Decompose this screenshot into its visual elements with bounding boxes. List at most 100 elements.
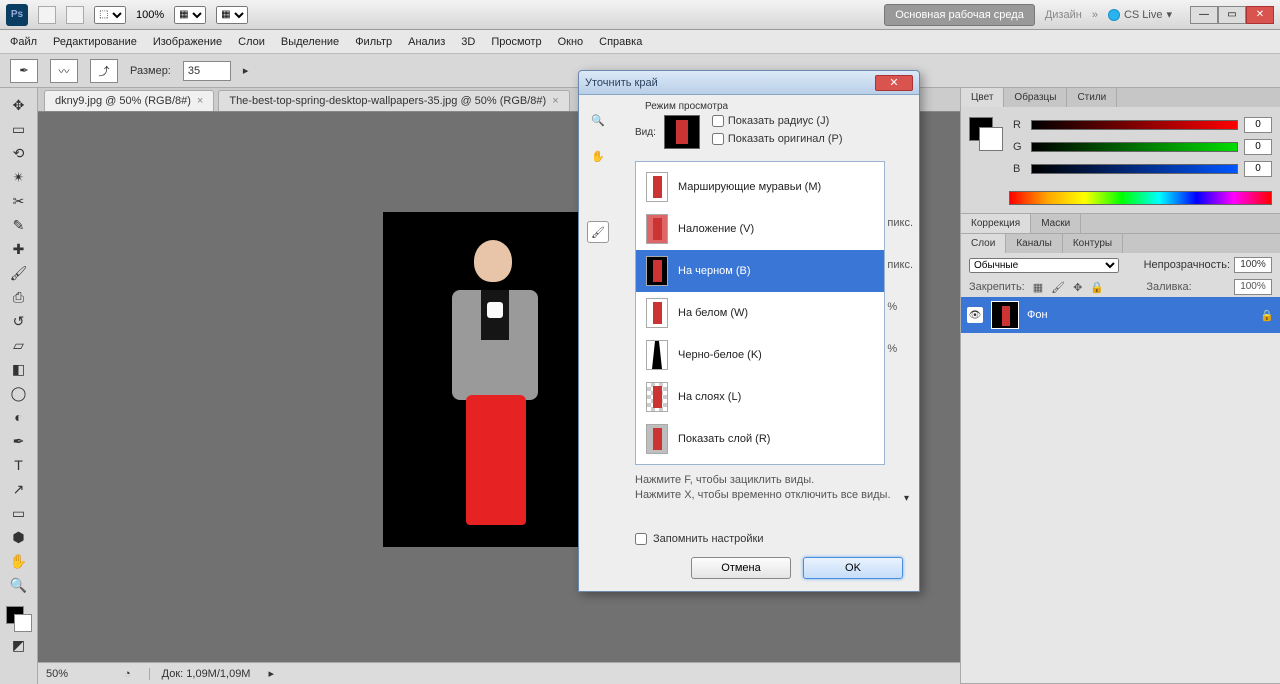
gradient-tool-icon[interactable]: ◧	[6, 358, 32, 380]
dialog-titlebar[interactable]: Уточнить край ✕	[579, 71, 919, 95]
zoom-tool-icon[interactable]: 🔍	[587, 109, 609, 131]
spectrum-bar[interactable]	[1009, 191, 1272, 205]
tab-paths[interactable]: Контуры	[1063, 234, 1123, 253]
tab-close-icon[interactable]: ×	[197, 95, 203, 107]
workspace-button[interactable]: Основная рабочая среда	[884, 4, 1035, 26]
lock-all-icon[interactable]: 🔒	[1090, 281, 1104, 294]
remember-checkbox[interactable]	[635, 533, 647, 545]
zoom-value[interactable]: 50%	[46, 668, 106, 680]
path-tool-icon[interactable]: ↗	[6, 478, 32, 500]
size-input[interactable]: 35	[183, 61, 231, 81]
close-button[interactable]: ✕	[1246, 6, 1274, 24]
shape-tool-icon[interactable]: ▭	[6, 502, 32, 524]
minimize-button[interactable]: —	[1190, 6, 1218, 24]
lock-transparent-icon[interactable]: ▦	[1033, 281, 1043, 294]
menu-filter[interactable]: Фильтр	[355, 36, 392, 48]
pen-tool-icon[interactable]: ✒	[6, 430, 32, 452]
move-tool-icon[interactable]: ✥	[6, 94, 32, 116]
refine-brush-icon[interactable]: 🖌	[587, 221, 609, 243]
g-slider[interactable]	[1031, 142, 1238, 152]
view-black-white[interactable]: Черно-белое (K)	[636, 334, 884, 376]
type-tool-icon[interactable]: T	[6, 454, 32, 476]
extras-select[interactable]: ▦	[216, 6, 248, 24]
size-stepper-icon[interactable]: ▸	[243, 64, 249, 77]
arrange-select[interactable]: ▦	[174, 6, 206, 24]
3d-tool-icon[interactable]: ⬢	[6, 526, 32, 548]
quick-select-tool-icon[interactable]: ✴	[6, 166, 32, 188]
document-tab-1[interactable]: dkny9.jpg @ 50% (RGB/8#)×	[44, 90, 214, 111]
ok-button[interactable]: OK	[803, 557, 903, 579]
view-thumbnail[interactable]	[664, 115, 700, 149]
tab-styles[interactable]: Стили	[1067, 88, 1117, 107]
maximize-button[interactable]: ▭	[1218, 6, 1246, 24]
color-picker[interactable]	[6, 606, 32, 632]
crop-tool-icon[interactable]: ✂	[6, 190, 32, 212]
view-overlay[interactable]: Наложение (V)	[636, 208, 884, 250]
visibility-icon[interactable]: 👁	[967, 307, 983, 323]
output-dropdown-icon[interactable]: ▾	[904, 493, 909, 504]
menu-view[interactable]: Просмотр	[491, 36, 541, 48]
hand-tool-icon[interactable]: ✋	[6, 550, 32, 572]
tab-channels[interactable]: Каналы	[1006, 234, 1063, 253]
design-workspace[interactable]: Дизайн	[1045, 9, 1082, 21]
zoom-tool-icon[interactable]: 🔍	[6, 574, 32, 596]
brush-preset-icon[interactable]: 〰	[50, 59, 78, 83]
lasso-tool-icon[interactable]: ⟲	[6, 142, 32, 164]
history-brush-tool-icon[interactable]: ↺	[6, 310, 32, 332]
view-on-layers[interactable]: На слоях (L)	[636, 376, 884, 418]
layer-thumbnail[interactable]	[991, 301, 1019, 329]
layer-name[interactable]: Фон	[1027, 309, 1048, 321]
tab-layers[interactable]: Слои	[961, 234, 1006, 253]
menu-file[interactable]: Файл	[10, 36, 37, 48]
r-value[interactable]: 0	[1244, 117, 1272, 133]
lock-pixels-icon[interactable]: 🖌	[1051, 281, 1065, 294]
show-radius-checkbox[interactable]: Показать радиус (J)	[712, 115, 843, 127]
stamp-tool-icon[interactable]: ⎙	[6, 286, 32, 308]
tab-swatches[interactable]: Образцы	[1004, 88, 1067, 107]
menu-image[interactable]: Изображение	[153, 36, 222, 48]
mini-bridge-icon[interactable]	[66, 6, 84, 24]
document-tab-2[interactable]: The-best-top-spring-desktop-wallpapers-3…	[218, 90, 569, 111]
tab-masks[interactable]: Маски	[1031, 214, 1081, 233]
tab-adjustments[interactable]: Коррекция	[961, 214, 1031, 233]
cs-live[interactable]: CS Live▾	[1108, 8, 1172, 21]
brush-tool-icon[interactable]: 🖌	[6, 262, 32, 284]
quick-mask-icon[interactable]: ◩	[6, 634, 32, 656]
menu-analysis[interactable]: Анализ	[408, 36, 445, 48]
launch-bridge-icon[interactable]	[38, 6, 56, 24]
menu-edit[interactable]: Редактирование	[53, 36, 137, 48]
eyedropper-tool-icon[interactable]: ✎	[6, 214, 32, 236]
menu-layers[interactable]: Слои	[238, 36, 265, 48]
opacity-value[interactable]: 100%	[1234, 257, 1272, 273]
brush-mode-icon[interactable]: ⤴	[90, 59, 118, 83]
fill-value[interactable]: 100%	[1234, 279, 1272, 295]
eraser-tool-icon[interactable]: ▱	[6, 334, 32, 356]
menu-select[interactable]: Выделение	[281, 36, 339, 48]
lock-position-icon[interactable]: ✥	[1073, 281, 1082, 294]
status-arrow-icon[interactable]: ▸	[268, 667, 274, 680]
marquee-tool-icon[interactable]: ▭	[6, 118, 32, 140]
hand-tool-icon[interactable]: ✋	[587, 145, 609, 167]
b-slider[interactable]	[1031, 164, 1238, 174]
screen-mode-select[interactable]: ⬚	[94, 6, 126, 24]
g-value[interactable]: 0	[1244, 139, 1272, 155]
view-marching-ants[interactable]: Марширующие муравьи (M)	[636, 166, 884, 208]
tab-color[interactable]: Цвет	[961, 88, 1004, 107]
blur-tool-icon[interactable]: ◯	[6, 382, 32, 404]
workspace-more-icon[interactable]: »	[1092, 9, 1098, 21]
b-value[interactable]: 0	[1244, 161, 1272, 177]
dodge-tool-icon[interactable]: ◐	[6, 406, 32, 428]
color-swatches[interactable]	[969, 117, 1003, 151]
cancel-button[interactable]: Отмена	[691, 557, 791, 579]
menu-help[interactable]: Справка	[599, 36, 642, 48]
current-tool-icon[interactable]: ✒	[10, 59, 38, 83]
view-reveal-layer[interactable]: Показать слой (R)	[636, 418, 884, 460]
show-original-checkbox[interactable]: Показать оригинал (P)	[712, 133, 843, 145]
background-color[interactable]	[14, 614, 32, 632]
menu-window[interactable]: Окно	[558, 36, 584, 48]
menu-3d[interactable]: 3D	[461, 36, 475, 48]
view-on-black[interactable]: На черном (B)	[636, 250, 884, 292]
heal-tool-icon[interactable]: ✚	[6, 238, 32, 260]
r-slider[interactable]	[1031, 120, 1238, 130]
layer-row[interactable]: 👁 Фон 🔒	[961, 297, 1280, 333]
